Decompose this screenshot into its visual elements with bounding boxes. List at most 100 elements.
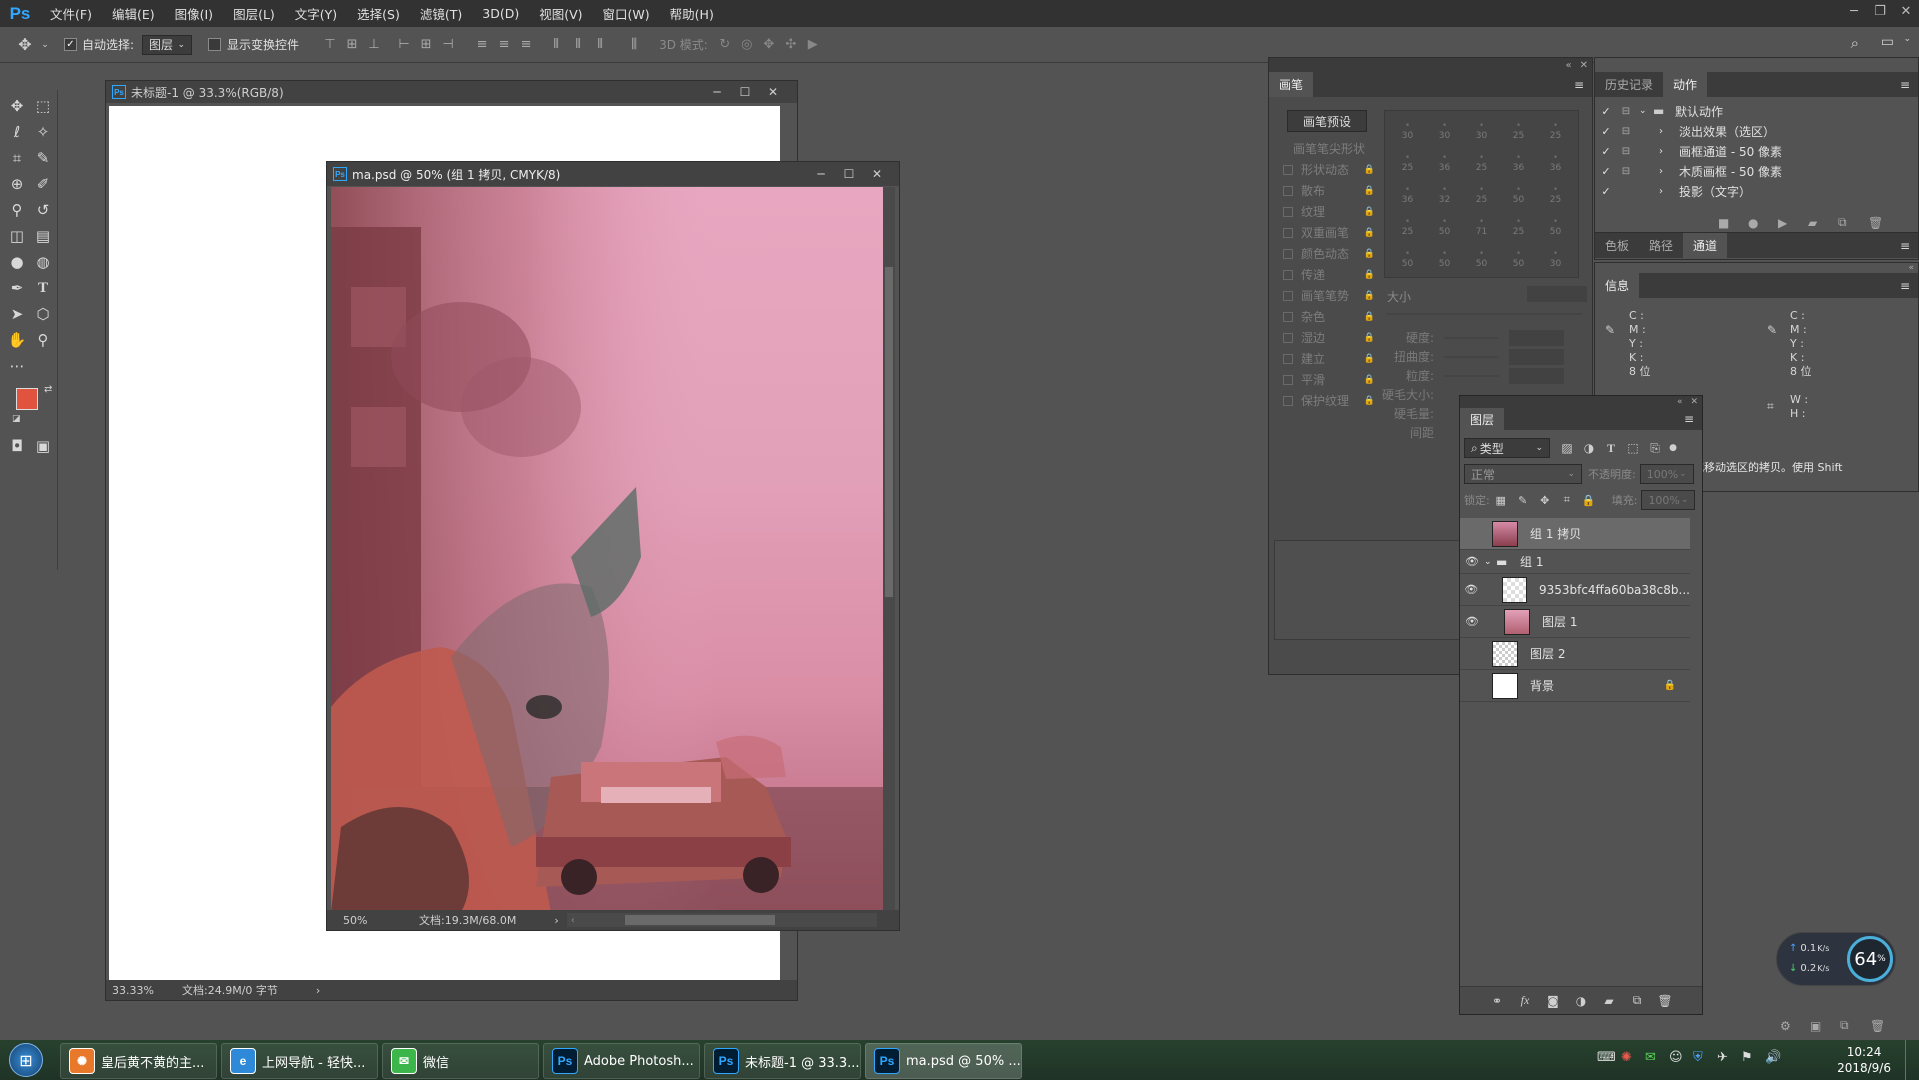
- brush-param-field[interactable]: [1509, 367, 1564, 384]
- collapse-icon[interactable]: «: [1565, 60, 1571, 71]
- lock-icon[interactable]: 🔒: [1364, 249, 1375, 259]
- default-colors-icon[interactable]: ◪: [12, 414, 21, 424]
- action-item[interactable]: ✓ ⊟ › 画框通道 - 50 像素: [1595, 141, 1918, 161]
- brush-option-checkbox[interactable]: [1283, 290, 1293, 301]
- chevron-down-icon[interactable]: ⌄: [1903, 34, 1911, 44]
- brush-param-field[interactable]: [1509, 348, 1564, 365]
- marquee-tool-icon[interactable]: ⬚: [30, 94, 56, 118]
- brush-option[interactable]: 湿边 🔒: [1275, 327, 1375, 348]
- adjustment-filter-icon[interactable]: ◑: [1578, 441, 1600, 455]
- record-icon[interactable]: ●: [1748, 216, 1778, 230]
- chevron-right-icon[interactable]: ›: [1659, 186, 1675, 197]
- tab-info[interactable]: 信息: [1595, 273, 1640, 298]
- brush-tip[interactable]: • 25: [1389, 147, 1426, 179]
- eraser-tool-icon[interactable]: ◫: [4, 224, 30, 248]
- visibility-eye-icon[interactable]: 👁: [1460, 583, 1482, 596]
- brush-option[interactable]: 画笔笔势 🔒: [1275, 285, 1375, 306]
- close-icon[interactable]: ✕: [1893, 0, 1919, 22]
- document-titlebar[interactable]: Ps 未标题-1 @ 33.3%(RGB/8) ─ ☐ ✕: [106, 81, 797, 103]
- panel-menu-icon[interactable]: ≡: [1900, 279, 1910, 293]
- security-tray-icon[interactable]: ⛨: [1693, 1050, 1717, 1065]
- brush-tool-icon[interactable]: ✐: [30, 172, 56, 196]
- align-vcenter-icon[interactable]: ⊞: [341, 34, 363, 56]
- auto-select-checkbox[interactable]: ✓: [64, 38, 77, 51]
- menu-item[interactable]: 图像(I): [165, 0, 223, 27]
- auto-select-dropdown[interactable]: 图层 ⌄: [142, 34, 193, 55]
- new-set-icon[interactable]: ▰: [1808, 216, 1838, 230]
- screen-mode-icon[interactable]: ▣: [30, 434, 56, 458]
- brush-tip[interactable]: • 50: [1389, 243, 1426, 275]
- lock-icon[interactable]: 🔒: [1364, 291, 1375, 301]
- keyboard-icon[interactable]: ⌨: [1597, 1050, 1621, 1065]
- menu-item[interactable]: 文字(Y): [285, 0, 347, 27]
- start-button[interactable]: ⊞: [0, 1040, 52, 1080]
- lock-artboard-icon[interactable]: ⌗: [1556, 493, 1578, 507]
- menu-item[interactable]: 滤镜(T): [410, 0, 472, 27]
- dialog-toggle-icon[interactable]: ⊟: [1617, 146, 1635, 157]
- distribute-bottom-icon[interactable]: ≡: [515, 34, 537, 56]
- minimize-icon[interactable]: ─: [703, 85, 731, 99]
- brush-option[interactable]: 平滑 🔒: [1275, 369, 1375, 390]
- check-icon[interactable]: ✓: [1595, 105, 1617, 118]
- layer-mask-icon[interactable]: ◙: [1539, 994, 1567, 1008]
- zoom-tool-icon[interactable]: ⚲: [30, 328, 56, 352]
- document-titlebar[interactable]: Ps ma.psd @ 50% (组 1 拷贝, CMYK/8) ─ ☐ ✕: [327, 162, 899, 186]
- align-left-icon[interactable]: ⊢: [393, 34, 415, 56]
- horizontal-scrollbar[interactable]: ‹: [566, 913, 877, 927]
- chevron-down-icon[interactable]: ⌄: [40, 40, 50, 50]
- stop-icon[interactable]: ■: [1718, 216, 1748, 230]
- dock-icon-2[interactable]: ▣: [1810, 1019, 1840, 1033]
- workspace-icon[interactable]: ▭: [1881, 34, 1894, 50]
- brush-option[interactable]: 建立 🔒: [1275, 348, 1375, 369]
- brush-tip[interactable]: • 30: [1537, 243, 1574, 275]
- adjustment-layer-icon[interactable]: ◑: [1567, 994, 1595, 1008]
- shape-filter-icon[interactable]: ⬚: [1622, 441, 1644, 455]
- brush-option[interactable]: 画笔笔尖形状: [1275, 138, 1375, 159]
- distribute-right-icon[interactable]: ⫴: [589, 34, 611, 56]
- taskbar-item[interactable]: Ps Adobe Photosh...: [543, 1043, 700, 1079]
- minimize-icon[interactable]: ─: [807, 167, 835, 181]
- dodge-tool-icon[interactable]: ◍: [30, 250, 56, 274]
- brush-option[interactable]: 双重画笔 🔒: [1275, 222, 1375, 243]
- tab-history[interactable]: 历史记录: [1595, 72, 1663, 97]
- close-icon[interactable]: ✕: [759, 85, 787, 99]
- lock-position-icon[interactable]: ✥: [1534, 494, 1556, 507]
- zoom-level[interactable]: 33.33%: [112, 984, 182, 997]
- brush-tip[interactable]: • 25: [1500, 115, 1537, 147]
- network-icon[interactable]: ⚑: [1741, 1050, 1765, 1065]
- brush-option-checkbox[interactable]: [1283, 164, 1293, 175]
- smart-object-filter-icon[interactable]: ⎘: [1644, 441, 1666, 456]
- volume-icon[interactable]: 🔊: [1765, 1050, 1789, 1065]
- brush-tip[interactable]: • 36: [1500, 147, 1537, 179]
- brush-tip[interactable]: • 50: [1426, 211, 1463, 243]
- tab-layers[interactable]: 图层: [1460, 408, 1505, 430]
- close-icon[interactable]: ✕: [1690, 397, 1698, 407]
- layer-row[interactable]: 👁 图层 1: [1460, 606, 1690, 638]
- layer-row[interactable]: 图层 2: [1460, 638, 1690, 670]
- app-tray-icon[interactable]: ✺: [1621, 1050, 1645, 1065]
- brush-param-slider[interactable]: [1444, 374, 1499, 377]
- brush-option-checkbox[interactable]: [1283, 206, 1293, 217]
- chevron-right-icon[interactable]: ›: [1659, 126, 1675, 137]
- foreground-color[interactable]: [16, 388, 38, 410]
- brush-tip[interactable]: • 25: [1463, 179, 1500, 211]
- restore-icon[interactable]: ❐: [1867, 0, 1893, 22]
- brush-tip[interactable]: • 25: [1537, 179, 1574, 211]
- new-layer-icon[interactable]: ⧉: [1623, 993, 1651, 1008]
- scrollbar-thumb[interactable]: [624, 915, 775, 925]
- brush-tip[interactable]: • 50: [1500, 179, 1537, 211]
- brush-option-checkbox[interactable]: [1283, 353, 1293, 364]
- 3d-roll-icon[interactable]: ◎: [736, 34, 758, 56]
- align-top-icon[interactable]: ⊤: [319, 34, 341, 56]
- size-slider[interactable]: [1387, 313, 1582, 315]
- taskbar-item[interactable]: Ps ma.psd @ 50% ...: [865, 1043, 1022, 1079]
- quick-mask-icon[interactable]: ◘: [4, 434, 30, 458]
- menu-item[interactable]: 帮助(H): [660, 0, 724, 27]
- lock-icon[interactable]: 🔒: [1364, 312, 1375, 322]
- fill-field[interactable]: 100% ⌄: [1641, 490, 1696, 510]
- trash-icon[interactable]: 🗑: [1870, 1019, 1890, 1033]
- brush-tip[interactable]: • 30: [1426, 115, 1463, 147]
- chevron-right-icon[interactable]: ›: [554, 914, 558, 927]
- trash-icon[interactable]: 🗑: [1651, 994, 1679, 1008]
- lock-icon[interactable]: 🔒: [1364, 270, 1375, 280]
